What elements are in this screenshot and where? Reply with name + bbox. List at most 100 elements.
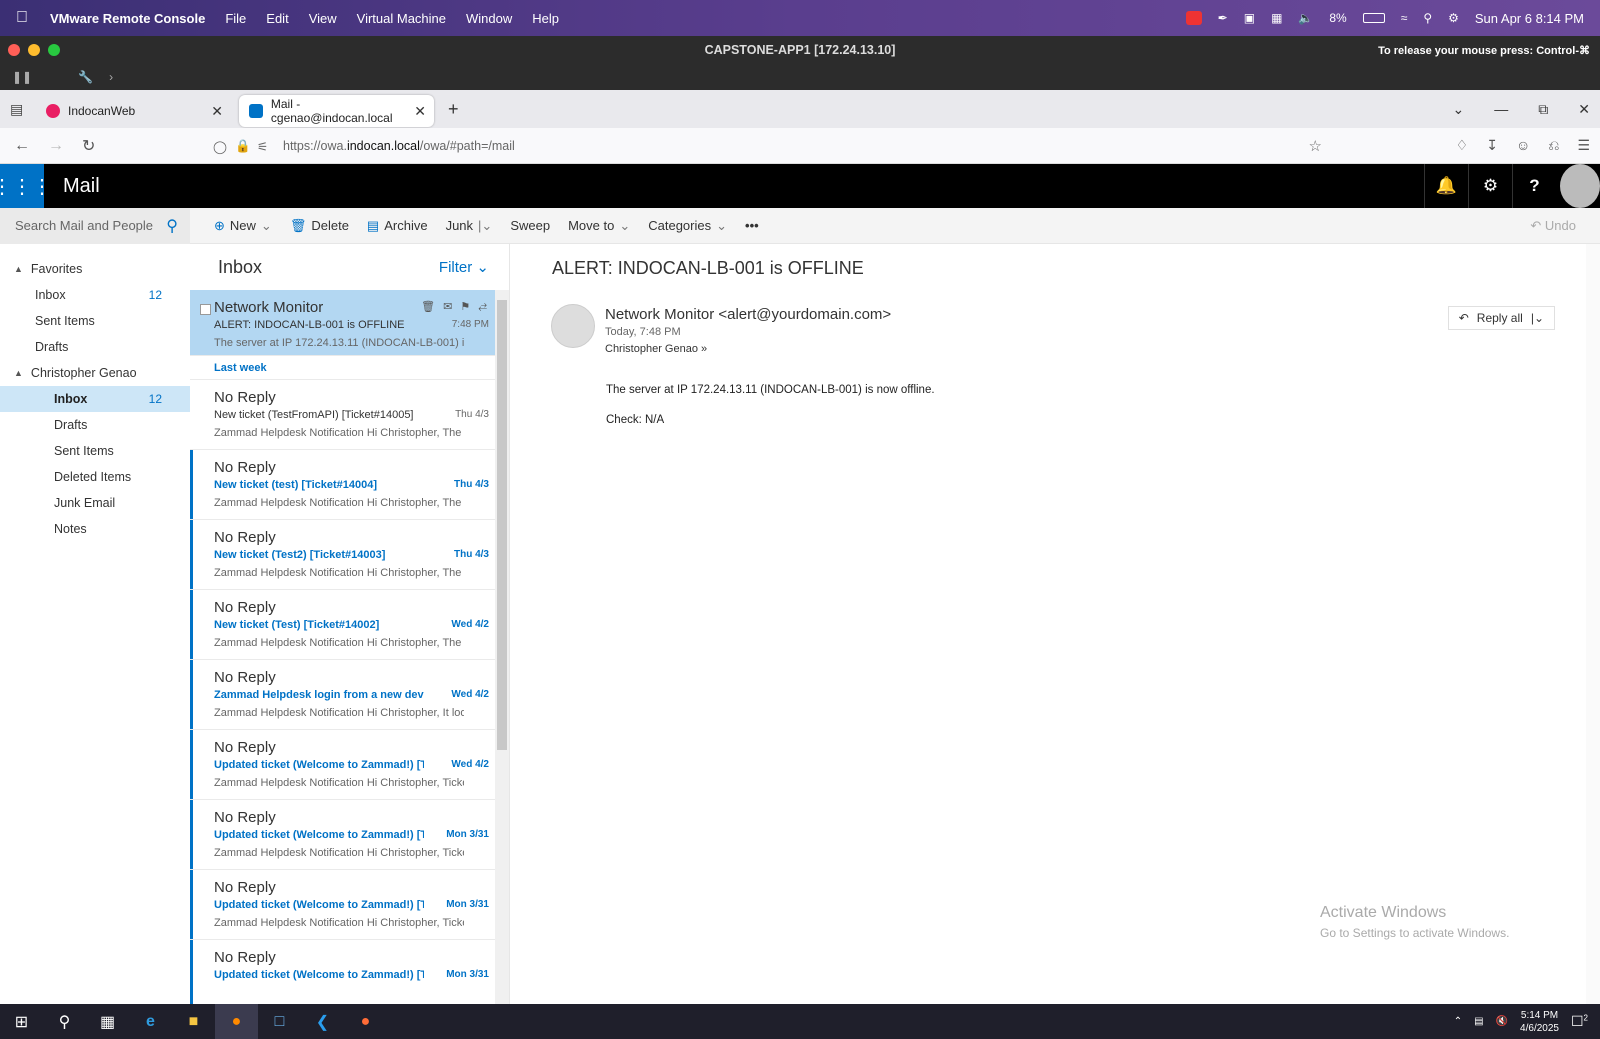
search-input[interactable]: Search Mail and People ⚲ xyxy=(0,207,190,244)
folder-notes[interactable]: Notes xyxy=(0,516,190,542)
chevron-down-icon[interactable]: |⌄ xyxy=(478,218,492,234)
control-center-icon[interactable]: ⚙ xyxy=(1448,11,1459,25)
chevron-down-icon[interactable]: ⌄ xyxy=(261,218,272,234)
favorite-drafts[interactable]: Drafts xyxy=(0,334,190,360)
wifi-icon[interactable]: ≈ xyxy=(1401,11,1408,25)
close-window-button[interactable] xyxy=(8,44,20,56)
spotlight-icon[interactable]: ⚲ xyxy=(1423,11,1432,25)
menu-file[interactable]: File xyxy=(225,11,246,26)
delete-button[interactable]: 🗑 Delete xyxy=(290,218,349,234)
list-tabs-icon[interactable]: ⌄ xyxy=(1453,101,1465,118)
filter-button[interactable]: Filter ⌄ xyxy=(439,258,489,276)
pin-icon[interactable]: ⥄ xyxy=(478,300,487,313)
avatar[interactable] xyxy=(1556,164,1600,208)
wrench-icon[interactable]: 🔧 xyxy=(78,70,93,84)
list-item[interactable]: No Reply Updated ticket (Welcome to Zamm… xyxy=(190,870,495,940)
archive-button[interactable]: ▤ Archive xyxy=(367,218,428,234)
bookmark-star-icon[interactable]: ☆ xyxy=(1309,137,1322,155)
url-field[interactable]: ◯ 🔒 ⚟ https://owa.indocan.local/owa/#pat… xyxy=(205,132,1330,160)
permissions-icon[interactable]: ⚟ xyxy=(257,139,268,154)
minimize-icon[interactable]: — xyxy=(1494,101,1508,118)
postman-icon[interactable]: ● xyxy=(344,1004,387,1039)
more-actions-icon[interactable]: ••• xyxy=(745,218,759,233)
display-icon[interactable]: ▣ xyxy=(1244,11,1255,25)
screen-record-icon[interactable] xyxy=(1185,11,1202,25)
close-tab-icon[interactable]: ✕ xyxy=(211,103,223,120)
layout-icon[interactable]: ▦ xyxy=(1271,11,1282,25)
vscode-icon[interactable]: ❮ xyxy=(301,1004,344,1039)
close-icon[interactable]: ✕ xyxy=(1578,101,1590,118)
list-item[interactable]: No Reply Updated ticket (Welcome to Zamm… xyxy=(190,800,495,870)
speaker-muted-icon[interactable]: 🔇 xyxy=(1496,1016,1508,1027)
app-menu[interactable]: VMware Remote Console xyxy=(50,11,205,26)
message-from[interactable]: Network Monitor <alert@yourdomain.com> xyxy=(605,306,891,323)
edge-icon[interactable]: e xyxy=(129,1004,172,1039)
close-tab-icon[interactable]: ✕ xyxy=(414,103,426,120)
forward-icon[interactable]: → xyxy=(48,137,68,155)
battery-icon[interactable] xyxy=(1362,13,1385,23)
categories-button[interactable]: Categories ⌄ xyxy=(648,218,727,234)
pause-icon[interactable]: ❚❚ xyxy=(12,70,32,84)
message-list-scrollbar[interactable] xyxy=(495,290,509,1004)
menu-edit[interactable]: Edit xyxy=(266,11,288,26)
account-header[interactable]: ▲ Christopher Genao xyxy=(0,360,190,386)
tab-overview-icon[interactable]: ▤ xyxy=(10,101,23,118)
flag-icon[interactable]: ⚑ xyxy=(460,300,470,313)
folder-junk-email[interactable]: Junk Email xyxy=(0,490,190,516)
menu-help[interactable]: Help xyxy=(532,11,559,26)
tab-mail[interactable]: Mail - cgenao@indocan.local ✕ xyxy=(239,95,434,127)
windows-start-icon[interactable]: ⊞ xyxy=(0,1004,43,1039)
trash-icon[interactable]: 🗑 xyxy=(421,300,435,313)
extensions-icon[interactable]: ⎌ xyxy=(1548,137,1559,154)
bell-icon[interactable]: 🔔 xyxy=(1424,164,1468,208)
list-item[interactable]: No Reply Zammad Helpdesk login from a ne… xyxy=(190,660,495,730)
zoom-window-button[interactable] xyxy=(48,44,60,56)
volume-icon[interactable]: 🔈 xyxy=(1298,11,1313,25)
menu-view[interactable]: View xyxy=(309,11,337,26)
sweep-button[interactable]: Sweep xyxy=(510,218,550,233)
tray-chevron-icon[interactable]: ⌃ xyxy=(1454,1016,1462,1027)
list-item[interactable]: No Reply New ticket (Test2) [Ticket#1400… xyxy=(190,520,495,590)
folder-inbox[interactable]: Inbox 12 xyxy=(0,386,190,412)
list-item[interactable]: No Reply Updated ticket (Welcome to Zamm… xyxy=(190,730,495,800)
network-icon[interactable]: ▤ xyxy=(1474,1016,1483,1027)
search-icon[interactable]: ⚲ xyxy=(43,1004,86,1039)
expand-recipients-icon[interactable]: » xyxy=(701,343,707,355)
reload-icon[interactable]: ↻ xyxy=(82,136,102,156)
new-tab-button[interactable]: + xyxy=(448,99,459,120)
minimize-window-button[interactable] xyxy=(28,44,40,56)
group-header[interactable]: Last week xyxy=(190,356,495,380)
list-item[interactable]: No Reply Updated ticket (Welcome to Zamm… xyxy=(190,940,495,1004)
folder-sent-items[interactable]: Sent Items xyxy=(0,438,190,464)
chevron-right-icon[interactable]: › xyxy=(109,70,113,84)
back-icon[interactable]: ← xyxy=(14,137,34,155)
message-recipient[interactable]: Christopher Genao » xyxy=(605,343,707,355)
lock-icon[interactable]: 🔒 xyxy=(235,139,251,154)
notification-icon[interactable]: ☐2 xyxy=(1571,1013,1588,1030)
tab-indocanweb[interactable]: IndocanWeb ✕ xyxy=(36,95,231,127)
new-button[interactable]: ⊕ New ⌄ xyxy=(214,218,272,234)
menu-window[interactable]: Window xyxy=(466,11,512,26)
hamburger-menu-icon[interactable]: ☰ xyxy=(1577,137,1590,154)
download-icon[interactable]: ↧ xyxy=(1486,137,1498,154)
folder-drafts[interactable]: Drafts xyxy=(0,412,190,438)
account-icon[interactable]: ☺ xyxy=(1516,137,1530,154)
taskbar-clock[interactable]: 5:14 PM 4/6/2025 xyxy=(1520,1009,1559,1035)
help-icon[interactable]: ? xyxy=(1512,164,1556,208)
chevron-down-icon[interactable]: |⌄ xyxy=(1531,311,1544,325)
pen-icon[interactable]: ✒ xyxy=(1218,11,1228,25)
scrollbar-thumb[interactable] xyxy=(497,300,507,750)
apple-icon[interactable]:  xyxy=(16,9,36,27)
reply-all-button[interactable]: ↶ Reply all |⌄ xyxy=(1447,306,1555,330)
favorites-header[interactable]: ▲ Favorites xyxy=(0,256,190,282)
menu-virtual-machine[interactable]: Virtual Machine xyxy=(357,11,446,26)
pocket-icon[interactable]: ♢ xyxy=(1456,137,1469,154)
task-view-icon[interactable]: ▦ xyxy=(86,1004,129,1039)
list-item[interactable]: No Reply New ticket (Test) [Ticket#14002… xyxy=(190,590,495,660)
mac-clock[interactable]: Sun Apr 6 8:14 PM xyxy=(1475,11,1584,26)
app-launcher-icon[interactable]: ⋮⋮⋮ xyxy=(0,164,52,208)
mark-read-icon[interactable]: ✉ xyxy=(443,300,452,313)
shield-icon[interactable]: ◯ xyxy=(213,139,227,154)
select-checkbox[interactable] xyxy=(200,304,211,315)
firefox-icon[interactable]: ● xyxy=(215,1004,258,1039)
